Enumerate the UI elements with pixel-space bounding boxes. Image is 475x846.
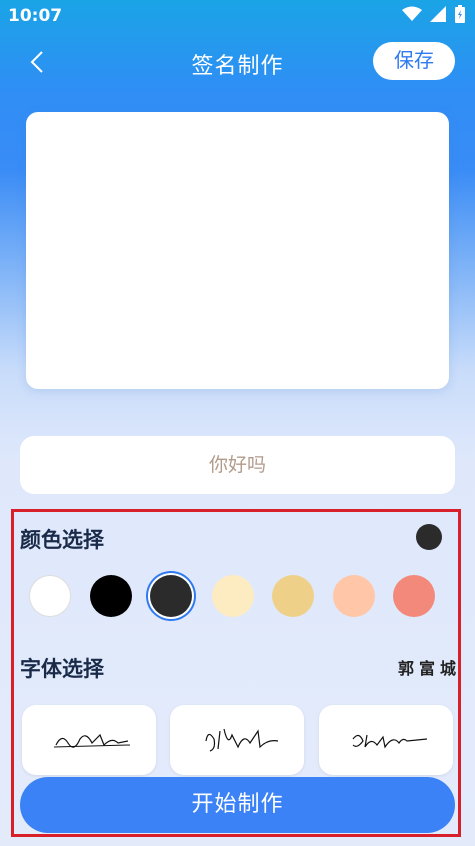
color-swatch-white[interactable] (29, 575, 71, 617)
color-swatch-cream[interactable] (212, 575, 254, 617)
font-preview-text: 郭富城 (398, 659, 462, 678)
font-card-1[interactable] (22, 705, 156, 775)
color-swatch-black[interactable] (90, 575, 132, 617)
save-button[interactable]: 保存 (373, 42, 455, 80)
font-card-3[interactable] (319, 705, 453, 775)
signature-text-input[interactable]: 你好吗 (20, 436, 455, 494)
color-swatch-dark-gray[interactable] (150, 575, 192, 617)
color-swatch-gold[interactable] (272, 575, 314, 617)
color-swatch-coral[interactable] (393, 575, 435, 617)
font-style-list (22, 705, 453, 775)
signal-icon (430, 6, 446, 22)
signature-canvas[interactable] (26, 112, 449, 389)
signature-style-3-image (352, 734, 428, 749)
header-bar: 签名制作 保存 (0, 38, 475, 88)
battery-icon (455, 5, 465, 23)
color-section-label: 颜色选择 (20, 528, 104, 552)
wifi-icon (402, 6, 422, 21)
signature-style-2-image (205, 728, 279, 752)
start-create-button[interactable]: 开始制作 (20, 777, 455, 833)
font-card-2[interactable] (170, 705, 304, 775)
status-bar: 10:07 (0, 0, 475, 32)
selected-color-indicator (416, 524, 442, 550)
font-section-label: 字体选择 (20, 657, 104, 681)
signature-style-1-image (53, 733, 131, 748)
color-swatches (29, 575, 449, 619)
color-swatch-peach[interactable] (333, 575, 375, 617)
status-time: 10:07 (8, 6, 63, 26)
